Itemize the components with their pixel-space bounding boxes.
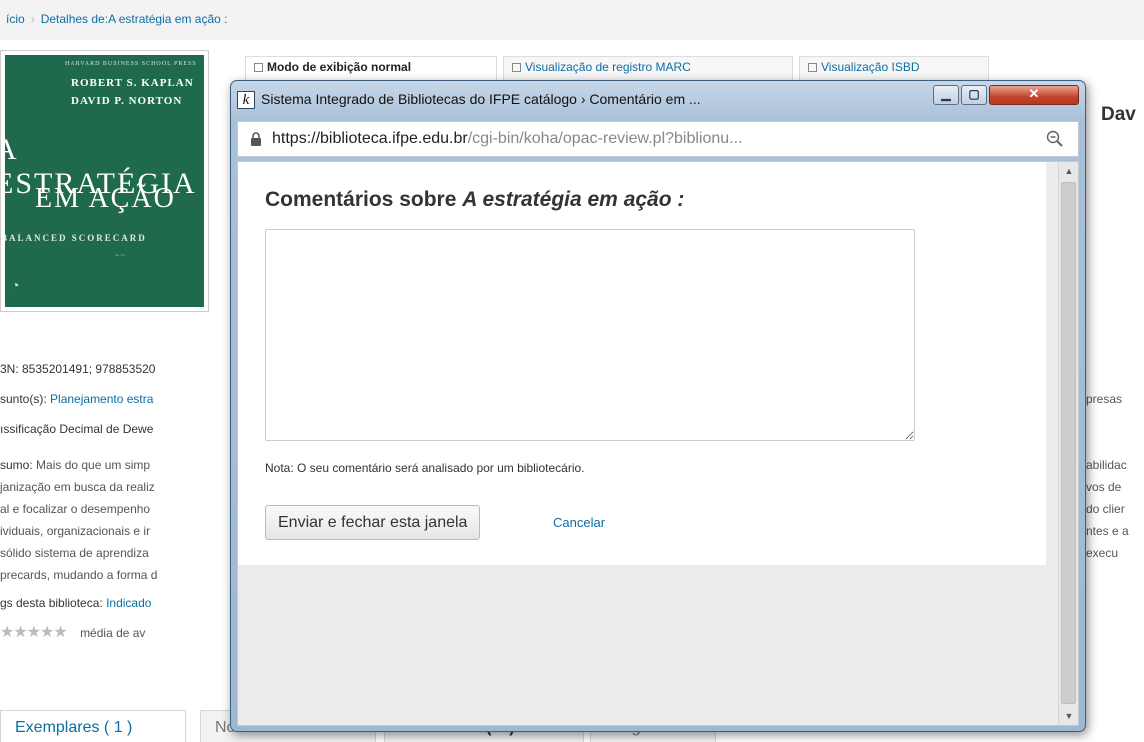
right-fragment-2: abilidac	[1086, 458, 1127, 472]
summary-text: Mais do que um simp	[36, 458, 151, 472]
maximize-icon: ▢	[968, 87, 980, 101]
minimize-button[interactable]: ▁	[933, 85, 959, 105]
cover-author-1: ROBERT S. KAPLAN	[71, 77, 194, 89]
scroll-down-arrow-icon[interactable]: ▼	[1059, 707, 1078, 725]
window-titlebar[interactable]: k Sistema Integrado de Bibliotecas do IF…	[231, 81, 1085, 117]
summary-line-4: ividuais, organizacionais e ir	[0, 524, 151, 538]
address-bar[interactable]: https://biblioteca.ifpe.edu.br/cgi-bin/k…	[237, 121, 1079, 157]
cancel-link[interactable]: Cancelar	[553, 515, 605, 530]
book-cover[interactable]: HARVARD BUSINESS SCHOOL PRESS ROBERT S. …	[0, 50, 209, 312]
page-title: Comentários sobre A estratégia em ação :	[265, 188, 684, 212]
popup-content: Comentários sobre A estratégia em ação :…	[237, 161, 1079, 726]
comment-popup-window: k Sistema Integrado de Bibliotecas do IF…	[230, 80, 1086, 732]
tab-marc-view[interactable]: Visualização de registro MARC	[503, 56, 793, 80]
classification-line: ıssificação Decimal de Dewe	[0, 422, 154, 436]
comment-form-page: Comentários sobre A estratégia em ação :…	[238, 162, 1046, 565]
koha-logo-icon: k	[237, 91, 255, 109]
subject-line: sunto(s): Planejamento estra	[0, 392, 153, 406]
vertical-scrollbar[interactable]: ▲ ▼	[1058, 162, 1078, 725]
close-button[interactable]: ✕	[989, 85, 1079, 105]
tab-normal-view[interactable]: Modo de exibição normal	[245, 56, 497, 80]
minimize-icon: ▁	[941, 87, 951, 101]
close-icon: ✕	[1028, 86, 1040, 101]
moderation-note: Nota: O seu comentário será analisado po…	[265, 461, 585, 475]
comment-textarea[interactable]	[265, 229, 915, 441]
subject-label: sunto(s):	[0, 392, 47, 406]
lock-icon	[251, 132, 261, 146]
tab-exemplares[interactable]: Exemplares ( 1 )	[0, 710, 186, 742]
cover-publisher: HARVARD BUSINESS SCHOOL PRESS	[65, 61, 197, 67]
cover-quote: "“ ”"	[115, 255, 125, 260]
url-path: /cgi-bin/koha/opac-review.pl?biblionu...	[467, 130, 743, 147]
record-title-fragment: Dav	[1101, 104, 1136, 125]
publisher-logo-icon: ◔	[11, 279, 20, 294]
book-cover-image: HARVARD BUSINESS SCHOOL PRESS ROBERT S. …	[5, 55, 204, 307]
tab-normal-label: Modo de exibição normal	[267, 60, 412, 74]
zoom-out-icon[interactable]	[1046, 130, 1064, 148]
summary-line-6: precards, mudando a forma d	[0, 568, 158, 582]
rating-label: média de av	[80, 626, 146, 640]
rating-stars-icon[interactable]: ★★★★★	[0, 624, 68, 641]
cover-author-2: DAVID P. NORTON	[71, 95, 183, 107]
cover-title-line-2: EM AÇÃO	[35, 183, 176, 214]
document-icon	[254, 63, 263, 72]
page-title-book: A estratégia em ação :	[462, 188, 685, 211]
summary-label: sumo:	[0, 458, 33, 472]
tab-marc-label: Visualização de registro MARC	[525, 60, 691, 74]
tab-isbd-view[interactable]: Visualização ISBD	[799, 56, 989, 80]
breadcrumb: ício › Detalhes de:A estratégia em ação :	[0, 0, 1144, 40]
page-title-prefix: Comentários sobre	[265, 188, 457, 211]
scroll-up-arrow-icon[interactable]: ▲	[1059, 162, 1078, 180]
isbn-line: 3N: 8535201491; 978853520	[0, 362, 156, 376]
tab-isbd-label: Visualização ISBD	[821, 60, 920, 74]
summary-line-5: sólido sistema de aprendiza	[0, 546, 149, 560]
maximize-button[interactable]: ▢	[961, 85, 987, 105]
url-host: https://biblioteca.ifpe.edu.br	[272, 130, 468, 147]
window-title: Sistema Integrado de Bibliotecas do IFPE…	[261, 91, 701, 107]
tag-link[interactable]: Indicado	[106, 596, 151, 610]
summary-line-1: sumo: Mais do que um simp	[0, 458, 150, 472]
rating-line: ★★★★★ média de av	[0, 622, 145, 642]
url-text: https://biblioteca.ifpe.edu.br/cgi-bin/k…	[272, 130, 743, 148]
right-fragment-1[interactable]: presas	[1086, 392, 1122, 406]
right-fragment-4: do clier	[1086, 502, 1125, 516]
right-fragment-5: ntes e a	[1086, 524, 1129, 538]
scrollbar-thumb[interactable]	[1061, 182, 1076, 704]
summary-line-3: al e focalizar o desempenho	[0, 502, 151, 516]
tags-label: gs desta biblioteca:	[0, 596, 103, 610]
subject-link[interactable]: Planejamento estra	[50, 392, 153, 406]
right-fragment-6: execu	[1086, 546, 1119, 560]
breadcrumb-separator: ›	[30, 12, 35, 26]
document-icon	[808, 63, 817, 72]
breadcrumb-home-link[interactable]: ício	[6, 12, 25, 26]
summary-line-2: janização em busca da realiz	[0, 480, 155, 494]
tags-line: gs desta biblioteca: Indicado	[0, 596, 151, 610]
breadcrumb-current-link[interactable]: Detalhes de:A estratégia em ação :	[41, 12, 228, 26]
submit-close-button[interactable]: Enviar e fechar esta janela	[265, 505, 481, 540]
right-fragment-3: vos de	[1086, 480, 1122, 494]
document-icon	[512, 63, 521, 72]
cover-subtitle: BALANCED SCORECARD	[5, 233, 147, 243]
